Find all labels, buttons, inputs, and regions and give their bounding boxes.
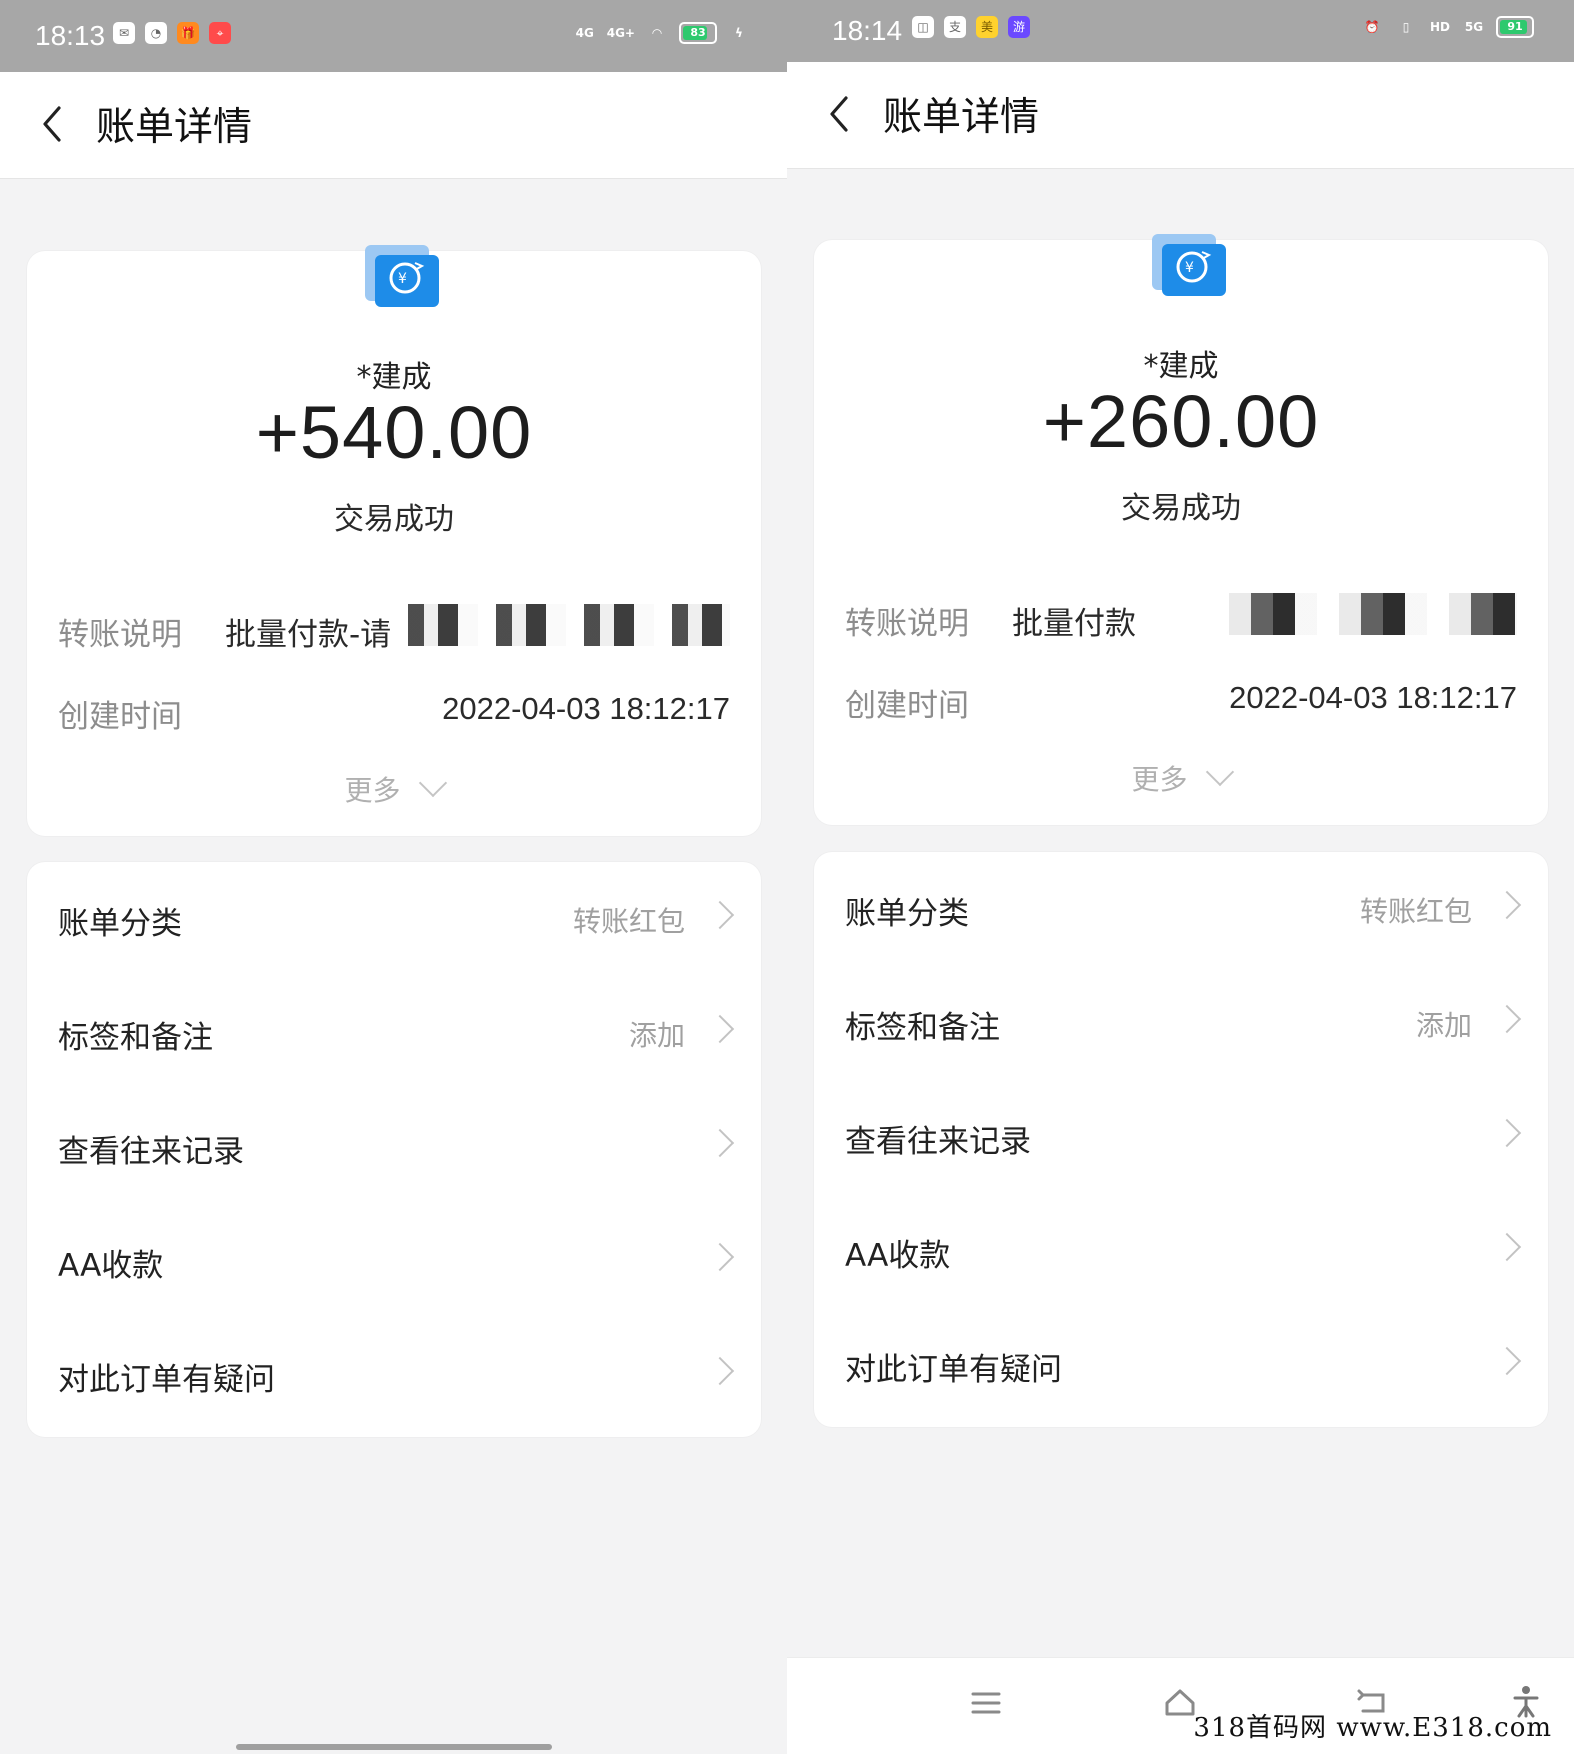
right-phone-screen: 18:14 ◫ 支 美 游 ⏰ ▯ HD 5G 91 账单详情 ¥ *建成 +2… bbox=[787, 0, 1574, 1754]
chevron-down-icon bbox=[419, 768, 448, 798]
status-time: 18:13 bbox=[35, 20, 106, 51]
menu-label: 对此订单有疑问 bbox=[58, 1362, 275, 1398]
menu-label: 账单分类 bbox=[845, 896, 969, 932]
back-arrow-icon[interactable] bbox=[35, 104, 69, 144]
history-item[interactable]: 查看往来记录 bbox=[27, 1090, 761, 1204]
5g-signal: 5G bbox=[1464, 20, 1484, 34]
transaction-status: 交易成功 bbox=[334, 502, 454, 537]
top-navigation: 账单详情 bbox=[787, 62, 1574, 169]
created-time-label: 创建时间 bbox=[58, 699, 182, 735]
voice-icon: ◫ bbox=[912, 16, 934, 38]
aa-collection-item[interactable]: AA收款 bbox=[814, 1194, 1548, 1308]
menu-value: 转账红包 bbox=[572, 905, 685, 938]
home-indicator bbox=[236, 1744, 552, 1750]
status-system-icons: 4G 4G+ ◜◝ 83 ϟ bbox=[573, 22, 751, 44]
menu-value: 添加 bbox=[1415, 1009, 1472, 1042]
menu-icon[interactable] bbox=[965, 1682, 1007, 1724]
bill-category-item[interactable]: 账单分类 转账红包 bbox=[27, 862, 761, 976]
gift-icon: 🎁 bbox=[177, 22, 199, 44]
meituan-icon: 美 bbox=[976, 16, 998, 38]
chevron-right-icon bbox=[705, 1014, 735, 1044]
menu-label: 查看往来记录 bbox=[58, 1134, 244, 1170]
battery-level: 83 bbox=[690, 26, 706, 39]
game-icon: 游 bbox=[1008, 16, 1030, 38]
mail-icon: ✉ bbox=[113, 22, 135, 44]
bill-menu-card: 账单分类 转账红包 标签和备注 添加 查看往来记录 AA收款 对此订单有疑问 bbox=[814, 852, 1548, 1427]
svg-text:¥: ¥ bbox=[1185, 260, 1194, 276]
vibrate-icon: ▯ bbox=[1402, 20, 1410, 34]
watermark-text: 318首码网 www.E318.com bbox=[1193, 1713, 1552, 1743]
redacted-transfer-note bbox=[390, 604, 730, 646]
transfer-note-label: 转账说明 bbox=[845, 606, 969, 642]
alarm-icon: ⏰ bbox=[1364, 20, 1380, 34]
transaction-amount: +260.00 bbox=[1042, 380, 1320, 463]
chevron-right-icon bbox=[1492, 890, 1522, 920]
order-question-item[interactable]: 对此订单有疑问 bbox=[814, 1308, 1548, 1422]
hd-signal: HD bbox=[1429, 20, 1450, 34]
created-time-value: 2022-04-03 18:12:17 bbox=[1229, 680, 1517, 715]
status-bar: 18:14 ◫ 支 美 游 ⏰ ▯ HD 5G 91 bbox=[787, 0, 1574, 62]
back-arrow-icon[interactable] bbox=[822, 94, 856, 134]
history-item[interactable]: 查看往来记录 bbox=[814, 1080, 1548, 1194]
transaction-amount: +540.00 bbox=[255, 391, 533, 474]
battery-icon: 83 bbox=[679, 22, 717, 44]
chevron-right-icon bbox=[705, 1128, 735, 1158]
menu-label: 账单分类 bbox=[58, 906, 182, 942]
tags-notes-item[interactable]: 标签和备注 添加 bbox=[27, 976, 761, 1090]
transfer-note-label: 转账说明 bbox=[58, 617, 182, 653]
compass-icon: ◔ bbox=[145, 22, 167, 44]
menu-value: 添加 bbox=[628, 1019, 685, 1052]
battery-level: 91 bbox=[1507, 20, 1523, 33]
wifi-icon: ◜◝ bbox=[652, 26, 662, 40]
status-app-icons: ✉ ◔ 🎁 ⌖ bbox=[113, 22, 231, 44]
top-navigation: 账单详情 bbox=[0, 72, 787, 179]
status-bar: 18:13 ✉ ◔ 🎁 ⌖ 4G 4G+ ◜◝ 83 ϟ bbox=[0, 0, 787, 72]
order-question-item[interactable]: 对此订单有疑问 bbox=[27, 1318, 761, 1432]
menu-label: 标签和备注 bbox=[845, 1010, 1000, 1046]
aa-collection-item[interactable]: AA收款 bbox=[27, 1204, 761, 1318]
menu-label: 标签和备注 bbox=[58, 1020, 213, 1056]
bill-summary-card: ¥ *建成 +260.00 交易成功 转账说明 批量付款 创建时间 2022-0… bbox=[814, 234, 1548, 825]
status-system-icons: ⏰ ▯ HD 5G 91 bbox=[1360, 16, 1534, 38]
bill-menu-card: 账单分类 转账红包 标签和备注 添加 查看往来记录 AA收款 对此订单有疑问 bbox=[27, 862, 761, 1437]
charging-icon: ϟ bbox=[735, 26, 743, 40]
page-title: 账单详情 bbox=[96, 105, 253, 150]
more-label: 更多 bbox=[344, 774, 401, 807]
menu-value: 转账红包 bbox=[1359, 895, 1472, 928]
redacted-transfer-note bbox=[1207, 593, 1517, 635]
created-time-value: 2022-04-03 18:12:17 bbox=[442, 691, 730, 726]
more-label: 更多 bbox=[1131, 763, 1188, 796]
signal-4g: 4G bbox=[575, 26, 594, 40]
chevron-down-icon bbox=[1206, 757, 1235, 787]
chevron-right-icon bbox=[1492, 1346, 1522, 1376]
map-icon: ⌖ bbox=[209, 22, 231, 44]
menu-label: 对此订单有疑问 bbox=[845, 1352, 1062, 1388]
chevron-right-icon bbox=[705, 900, 735, 930]
status-app-icons: ◫ 支 美 游 bbox=[912, 16, 1030, 38]
chevron-right-icon bbox=[1492, 1118, 1522, 1148]
menu-label: 查看往来记录 bbox=[845, 1124, 1031, 1160]
alipay-icon: 支 bbox=[944, 16, 966, 38]
transaction-status: 交易成功 bbox=[1121, 491, 1241, 526]
transfer-icon: ¥ bbox=[365, 245, 439, 307]
created-time-label: 创建时间 bbox=[845, 688, 969, 724]
chevron-right-icon bbox=[1492, 1004, 1522, 1034]
chevron-right-icon bbox=[705, 1242, 735, 1272]
svg-text:¥: ¥ bbox=[398, 271, 407, 287]
bill-category-item[interactable]: 账单分类 转账红包 bbox=[814, 852, 1548, 966]
more-toggle[interactable]: 更多 bbox=[27, 768, 761, 809]
tags-notes-item[interactable]: 标签和备注 添加 bbox=[814, 966, 1548, 1080]
menu-label: AA收款 bbox=[58, 1248, 164, 1284]
bill-summary-card: ¥ *建成 +540.00 交易成功 转账说明 批量付款-请 创建时间 2022… bbox=[27, 245, 761, 836]
status-time: 18:14 bbox=[832, 15, 903, 46]
page-title: 账单详情 bbox=[883, 95, 1040, 140]
signal-4g-plus: 4G+ bbox=[606, 26, 635, 40]
battery-icon: 91 bbox=[1496, 16, 1534, 38]
left-phone-screen: 18:13 ✉ ◔ 🎁 ⌖ 4G 4G+ ◜◝ 83 ϟ 账单详情 ¥ *建成 … bbox=[0, 0, 787, 1754]
transfer-icon: ¥ bbox=[1152, 234, 1226, 296]
more-toggle[interactable]: 更多 bbox=[814, 757, 1548, 798]
chevron-right-icon bbox=[1492, 1232, 1522, 1262]
menu-label: AA收款 bbox=[845, 1238, 951, 1274]
chevron-right-icon bbox=[705, 1356, 735, 1386]
